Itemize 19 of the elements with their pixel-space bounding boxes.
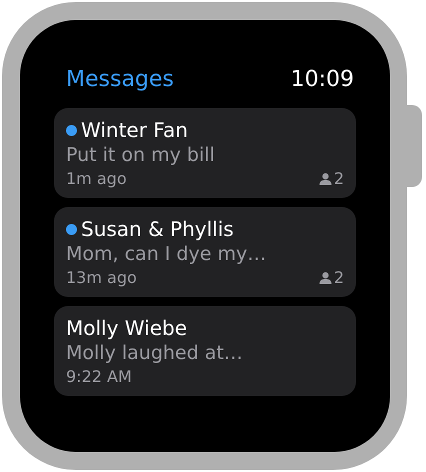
conversation-card[interactable]: Molly Wiebe Molly laughed at… 9:22 AM — [54, 306, 356, 396]
app-title: Messages — [66, 67, 174, 92]
message-preview: Put it on my bill — [66, 143, 216, 168]
contact-name: Molly Wiebe — [66, 315, 187, 341]
participant-count: 2 — [334, 267, 344, 289]
participant-count: 2 — [334, 168, 344, 190]
message-time: 1m ago — [66, 168, 127, 190]
contact-name: Susan & Phyllis — [81, 216, 234, 242]
clock-time: 10:09 — [290, 67, 354, 92]
side-button[interactable] — [405, 105, 422, 187]
person-icon — [318, 272, 332, 284]
message-preview: Mom, can I dye my… — [66, 242, 268, 267]
contact-name: Winter Fan — [81, 117, 188, 143]
conversation-card[interactable]: Susan & Phyllis Mom, can I dye my… 13m ago 2 — [54, 207, 356, 297]
message-time: 9:22 AM — [66, 366, 132, 388]
conversation-card[interactable]: Winter Fan Put it on my bill 1m ago 2 — [54, 108, 356, 198]
message-preview: Molly laughed at… — [66, 341, 244, 366]
person-icon — [318, 173, 332, 185]
message-time: 13m ago — [66, 267, 137, 289]
